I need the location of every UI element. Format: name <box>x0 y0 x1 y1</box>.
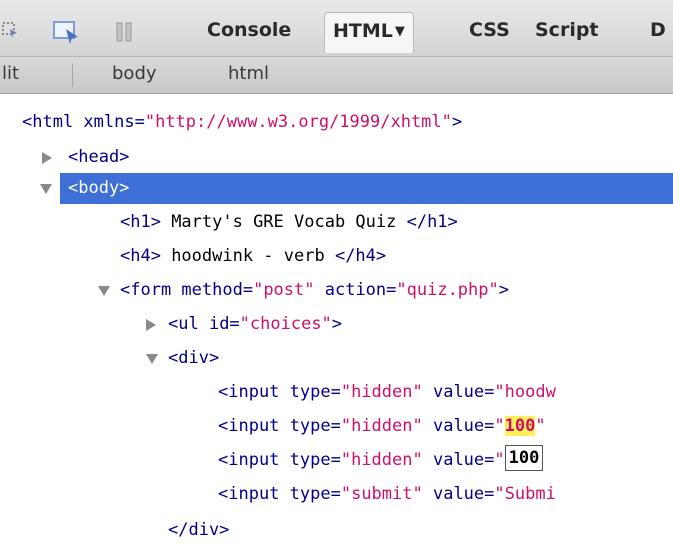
tab-dom-label: D <box>650 19 666 41</box>
tree-node-input[interactable]: <input type="hidden" value="hoodw <box>0 377 673 408</box>
breadcrumb-item-body[interactable]: body <box>112 57 157 93</box>
tree-node-h4[interactable]: <h4> hoodwink - verb </h4> <box>0 241 673 272</box>
tab-console-label: Console <box>207 19 292 41</box>
tab-css[interactable]: CSS <box>469 12 510 48</box>
tree-node-div[interactable]: <div> <box>0 343 673 374</box>
breadcrumb-item-html[interactable]: html <box>228 57 269 93</box>
tab-css-label: CSS <box>469 19 510 41</box>
expand-toggle-icon[interactable] <box>42 152 52 164</box>
tab-dom[interactable]: D <box>650 12 666 48</box>
tab-script[interactable]: Script <box>535 12 599 48</box>
chevron-down-icon[interactable]: ▼ <box>395 24 405 39</box>
attribute-value-editor[interactable]: 100 <box>504 445 544 471</box>
collapse-toggle-icon[interactable] <box>98 286 110 296</box>
edit-button[interactable]: lit <box>2 57 19 93</box>
tree-node-h1[interactable]: <h1> Marty's GRE Vocab Quiz </h1> <box>0 207 673 238</box>
changed-value-highlight: 100 <box>504 416 536 436</box>
html-tree: <html xmlns="http://www.w3.org/1999/xhtm… <box>0 94 673 540</box>
tab-html-label: HTML <box>333 20 393 42</box>
tab-script-label: Script <box>535 19 599 41</box>
tree-node-input[interactable]: <input type="hidden" value=" 100 <box>0 445 673 476</box>
tree-node-head[interactable]: <head> <box>0 142 673 173</box>
tab-console[interactable]: Console <box>207 12 291 48</box>
tree-node-ul[interactable]: <ul id="choices"> <box>0 309 673 340</box>
expand-toggle-icon[interactable] <box>146 319 156 331</box>
tree-node-form[interactable]: <form method="post" action="quiz.php"> <box>0 275 673 306</box>
tree-node-input[interactable]: <input type="submit" value="Submi <box>0 479 673 510</box>
collapse-toggle-icon[interactable] <box>146 354 158 364</box>
pause-icon[interactable] <box>116 22 132 46</box>
firebug-toolbar: Console HTML ▼ CSS Script D <box>0 0 673 57</box>
collapse-toggle-icon[interactable] <box>40 184 52 194</box>
inspect-icon[interactable] <box>2 22 18 42</box>
tree-node-html[interactable]: <html xmlns="http://www.w3.org/1999/xhtm… <box>0 107 673 138</box>
tree-node-div-close: </div> <box>168 520 230 540</box>
tab-html[interactable]: HTML ▼ <box>324 12 414 53</box>
breadcrumb: lit body html <box>0 57 673 94</box>
tree-node-body[interactable]: <body> <box>60 173 673 204</box>
pointer-inspect-icon[interactable] <box>52 20 82 50</box>
breadcrumb-divider <box>72 63 73 87</box>
tree-node-input[interactable]: <input type="hidden" value="100" <box>0 411 673 442</box>
